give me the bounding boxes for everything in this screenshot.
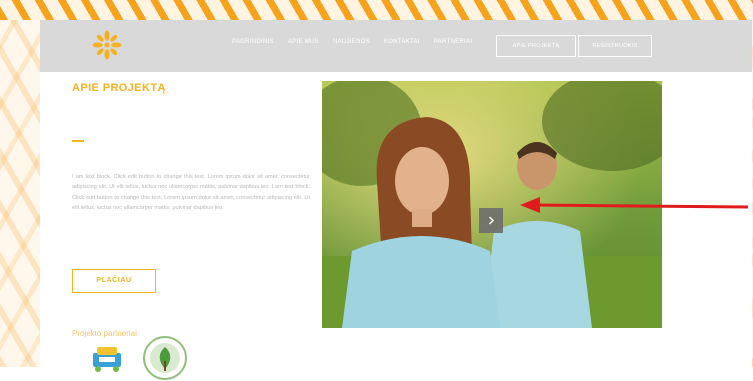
annotation-arrow bbox=[520, 197, 749, 213]
